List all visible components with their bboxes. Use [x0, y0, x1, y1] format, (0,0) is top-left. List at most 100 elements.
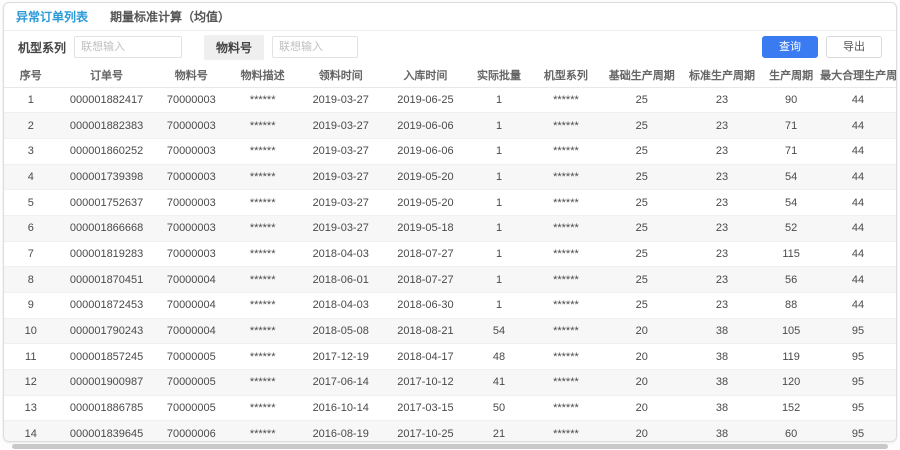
- table-row[interactable]: 200000188238370000003******2019-03-27201…: [4, 113, 896, 139]
- table-cell: 2018-05-08: [298, 318, 383, 344]
- table-cell: ******: [530, 113, 601, 139]
- table-cell: ******: [227, 164, 298, 190]
- table-row[interactable]: 900000187245370000004******2018-04-03201…: [4, 293, 896, 319]
- table-cell: 2017-12-19: [298, 344, 383, 370]
- table-cell: 2019-03-27: [298, 138, 383, 164]
- table-row[interactable]: 600000186666870000003******2019-03-27201…: [4, 215, 896, 241]
- table-cell: 2017-10-12: [383, 370, 468, 396]
- table-cell: 115: [762, 241, 820, 267]
- table-cell: 38: [682, 370, 762, 396]
- column-header: 生产周期: [762, 63, 820, 87]
- table-cell: ******: [530, 215, 601, 241]
- table-row[interactable]: 700000181928370000003******2018-04-03201…: [4, 241, 896, 267]
- table-row[interactable]: 1300000188678570000005******2016-10-1420…: [4, 395, 896, 421]
- table-cell: 105: [762, 318, 820, 344]
- window-bottom-edge: [12, 444, 888, 449]
- table-cell: 4: [4, 164, 58, 190]
- table-cell: 71: [762, 113, 820, 139]
- table-cell: 13: [4, 395, 58, 421]
- table-cell: 2018-06-01: [298, 267, 383, 293]
- table-cell: 2016-10-14: [298, 395, 383, 421]
- table-cell: ******: [227, 370, 298, 396]
- table-cell: 000001882383: [58, 113, 156, 139]
- table-cell: 2018-08-21: [383, 318, 468, 344]
- table-cell: 60: [762, 421, 820, 442]
- table-cell: 10: [4, 318, 58, 344]
- table-cell: 000001860252: [58, 138, 156, 164]
- export-button[interactable]: 导出: [826, 36, 882, 58]
- column-header: 实际批量: [468, 63, 530, 87]
- table-cell: 95: [820, 421, 896, 442]
- table-cell: 41: [468, 370, 530, 396]
- table-cell: ******: [227, 113, 298, 139]
- table-cell: 95: [820, 318, 896, 344]
- table-cell: 90: [762, 87, 820, 113]
- table-cell: 95: [820, 370, 896, 396]
- material-no-input[interactable]: [272, 36, 358, 58]
- table-cell: 70000005: [156, 395, 227, 421]
- table-row[interactable]: 800000187045170000004******2018-06-01201…: [4, 267, 896, 293]
- table-cell: 70000003: [156, 138, 227, 164]
- table-header: 序号订单号物料号物料描述领料时间入库时间实际批量机型系列基础生产周期标准生产周期…: [4, 63, 896, 87]
- table-cell: 14: [4, 421, 58, 442]
- table-cell: ******: [227, 215, 298, 241]
- query-button[interactable]: 查询: [762, 36, 818, 58]
- table-cell: 23: [682, 164, 762, 190]
- table-cell: 1: [468, 164, 530, 190]
- table-header-row: 序号订单号物料号物料描述领料时间入库时间实际批量机型系列基础生产周期标准生产周期…: [4, 63, 896, 87]
- table-row[interactable]: 500000175263770000003******2019-03-27201…: [4, 190, 896, 216]
- table-cell: 1: [468, 190, 530, 216]
- table-row[interactable]: 1000000179024370000004******2018-05-0820…: [4, 318, 896, 344]
- tab-period-quantity-standard-calc[interactable]: 期量标准计算（均值）: [110, 3, 230, 31]
- table-cell: 23: [682, 138, 762, 164]
- tab-abnormal-order-list[interactable]: 异常订单列表: [16, 3, 88, 31]
- table-cell: ******: [227, 344, 298, 370]
- table-cell: 25: [602, 215, 682, 241]
- table-cell: 2019-05-18: [383, 215, 468, 241]
- table-cell: 1: [4, 87, 58, 113]
- table-cell: 9: [4, 293, 58, 319]
- table-cell: 38: [682, 421, 762, 442]
- table-cell: 21: [468, 421, 530, 442]
- table-cell: 25: [602, 87, 682, 113]
- column-header: 基础生产周期: [602, 63, 682, 87]
- table-cell: 95: [820, 344, 896, 370]
- table-cell: 25: [602, 293, 682, 319]
- table-cell: 44: [820, 190, 896, 216]
- table-cell: 000001819283: [58, 241, 156, 267]
- table-cell: ******: [227, 190, 298, 216]
- table-cell: 38: [682, 344, 762, 370]
- machine-series-label: 机型系列: [18, 39, 66, 56]
- table-cell: 44: [820, 293, 896, 319]
- table-cell: 2017-06-14: [298, 370, 383, 396]
- table-cell: 38: [682, 395, 762, 421]
- table-cell: ******: [227, 241, 298, 267]
- table-cell: 38: [682, 318, 762, 344]
- column-header: 订单号: [58, 63, 156, 87]
- table-cell: 000001839645: [58, 421, 156, 442]
- table-cell: 000001900987: [58, 370, 156, 396]
- table-row[interactable]: 400000173939870000003******2019-03-27201…: [4, 164, 896, 190]
- material-no-label: 物料号: [204, 35, 264, 60]
- table-cell: 70000003: [156, 241, 227, 267]
- table-row[interactable]: 1400000183964570000006******2016-08-1920…: [4, 421, 896, 442]
- machine-series-input[interactable]: [74, 36, 182, 58]
- table-cell: 1: [468, 267, 530, 293]
- table-cell: 23: [682, 113, 762, 139]
- table-cell: 2018-04-03: [298, 241, 383, 267]
- table-cell: 3: [4, 138, 58, 164]
- table-row[interactable]: 1200000190098770000005******2017-06-1420…: [4, 370, 896, 396]
- column-header: 入库时间: [383, 63, 468, 87]
- table-cell: 000001886785: [58, 395, 156, 421]
- column-header: 标准生产周期: [682, 63, 762, 87]
- table-cell: 88: [762, 293, 820, 319]
- table-cell: 1: [468, 215, 530, 241]
- table-cell: 25: [602, 164, 682, 190]
- table-row[interactable]: 300000186025270000003******2019-03-27201…: [4, 138, 896, 164]
- table-cell: 20: [602, 344, 682, 370]
- column-header: 机型系列: [530, 63, 601, 87]
- table-cell: 44: [820, 87, 896, 113]
- table-cell: 44: [820, 164, 896, 190]
- table-row[interactable]: 1100000185724570000005******2017-12-1920…: [4, 344, 896, 370]
- table-row[interactable]: 100000188241770000003******2019-03-27201…: [4, 87, 896, 113]
